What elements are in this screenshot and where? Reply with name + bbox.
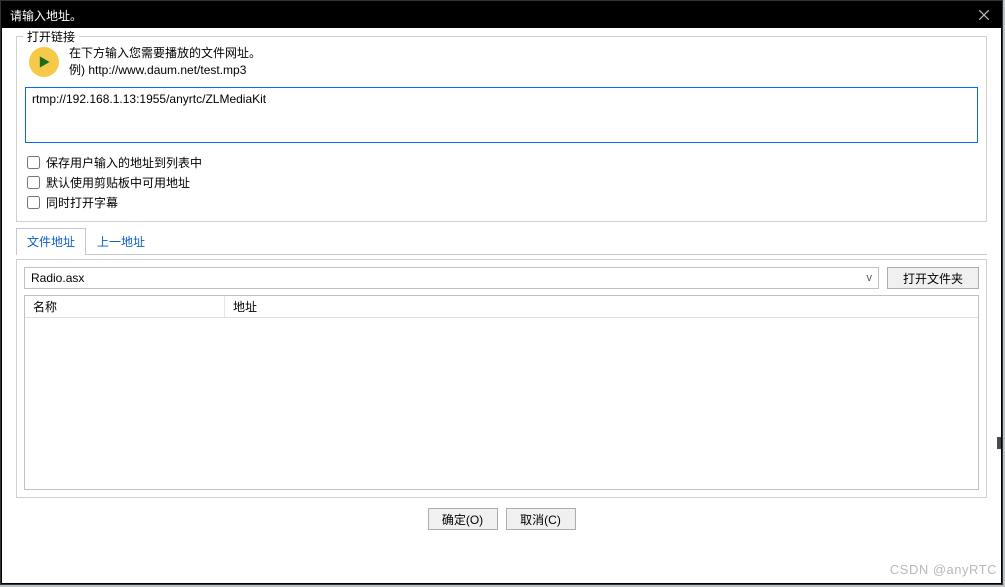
url-input[interactable] xyxy=(25,87,978,143)
group-legend: 打开链接 xyxy=(23,28,79,45)
dialog-body: 打开链接 在下方输入您需要播放的文件网址。 例) http://www.daum… xyxy=(2,28,1001,540)
file-list-group: Radio.asx v 打开文件夹 名称 地址 xyxy=(16,259,987,498)
chevron-down-icon: v xyxy=(867,272,873,284)
open-link-group: 打开链接 在下方输入您需要播放的文件网址。 例) http://www.daum… xyxy=(16,36,987,222)
file-row: Radio.asx v 打开文件夹 xyxy=(24,267,979,289)
checkbox-subtitle[interactable] xyxy=(27,196,40,209)
options: 保存用户输入的地址到列表中 默认使用剪贴板中可用地址 同时打开字幕 xyxy=(25,154,978,211)
play-icon xyxy=(29,47,59,77)
example-text: 例) http://www.daum.net/test.mp3 xyxy=(69,62,261,79)
close-icon[interactable] xyxy=(975,6,993,24)
combo-value: Radio.asx xyxy=(31,271,84,285)
checkbox-clipboard[interactable] xyxy=(27,176,40,189)
option-save-list[interactable]: 保存用户输入的地址到列表中 xyxy=(27,154,978,171)
file-list[interactable]: 名称 地址 xyxy=(24,295,979,490)
checkbox-save-list[interactable] xyxy=(27,156,40,169)
tabs: 文件地址 上一地址 xyxy=(16,228,987,255)
ok-button[interactable]: 确定(O) xyxy=(428,508,498,530)
file-combo[interactable]: Radio.asx v xyxy=(24,267,879,289)
footer: 确定(O) 取消(C) xyxy=(16,502,987,536)
titlebar[interactable]: 请输入地址。 xyxy=(2,2,1001,28)
tab-file-address[interactable]: 文件地址 xyxy=(16,228,86,255)
column-address[interactable]: 地址 xyxy=(225,296,978,317)
cancel-label: 取消(C) xyxy=(520,511,561,528)
cancel-button[interactable]: 取消(C) xyxy=(506,508,576,530)
column-name[interactable]: 名称 xyxy=(25,296,225,317)
option-subtitle[interactable]: 同时打开字幕 xyxy=(27,194,978,211)
ok-label: 确定(O) xyxy=(442,511,483,528)
instruction-text: 在下方输入您需要播放的文件网址。 xyxy=(69,45,261,62)
open-folder-button[interactable]: 打开文件夹 xyxy=(887,267,979,289)
option-label: 默认使用剪贴板中可用地址 xyxy=(46,174,190,191)
option-label: 同时打开字幕 xyxy=(46,194,118,211)
dialog-window: 请输入地址。 打开链接 在下方输入您需要播放的文件网址。 例) http://w… xyxy=(1,1,1002,584)
intro: 在下方输入您需要播放的文件网址。 例) http://www.daum.net/… xyxy=(25,45,978,79)
window-title: 请输入地址。 xyxy=(10,7,82,24)
intro-text: 在下方输入您需要播放的文件网址。 例) http://www.daum.net/… xyxy=(69,45,261,79)
scroll-indicator xyxy=(997,437,1001,449)
tab-previous-address[interactable]: 上一地址 xyxy=(86,228,156,255)
list-header: 名称 地址 xyxy=(25,296,978,318)
option-label: 保存用户输入的地址到列表中 xyxy=(46,154,202,171)
option-clipboard[interactable]: 默认使用剪贴板中可用地址 xyxy=(27,174,978,191)
